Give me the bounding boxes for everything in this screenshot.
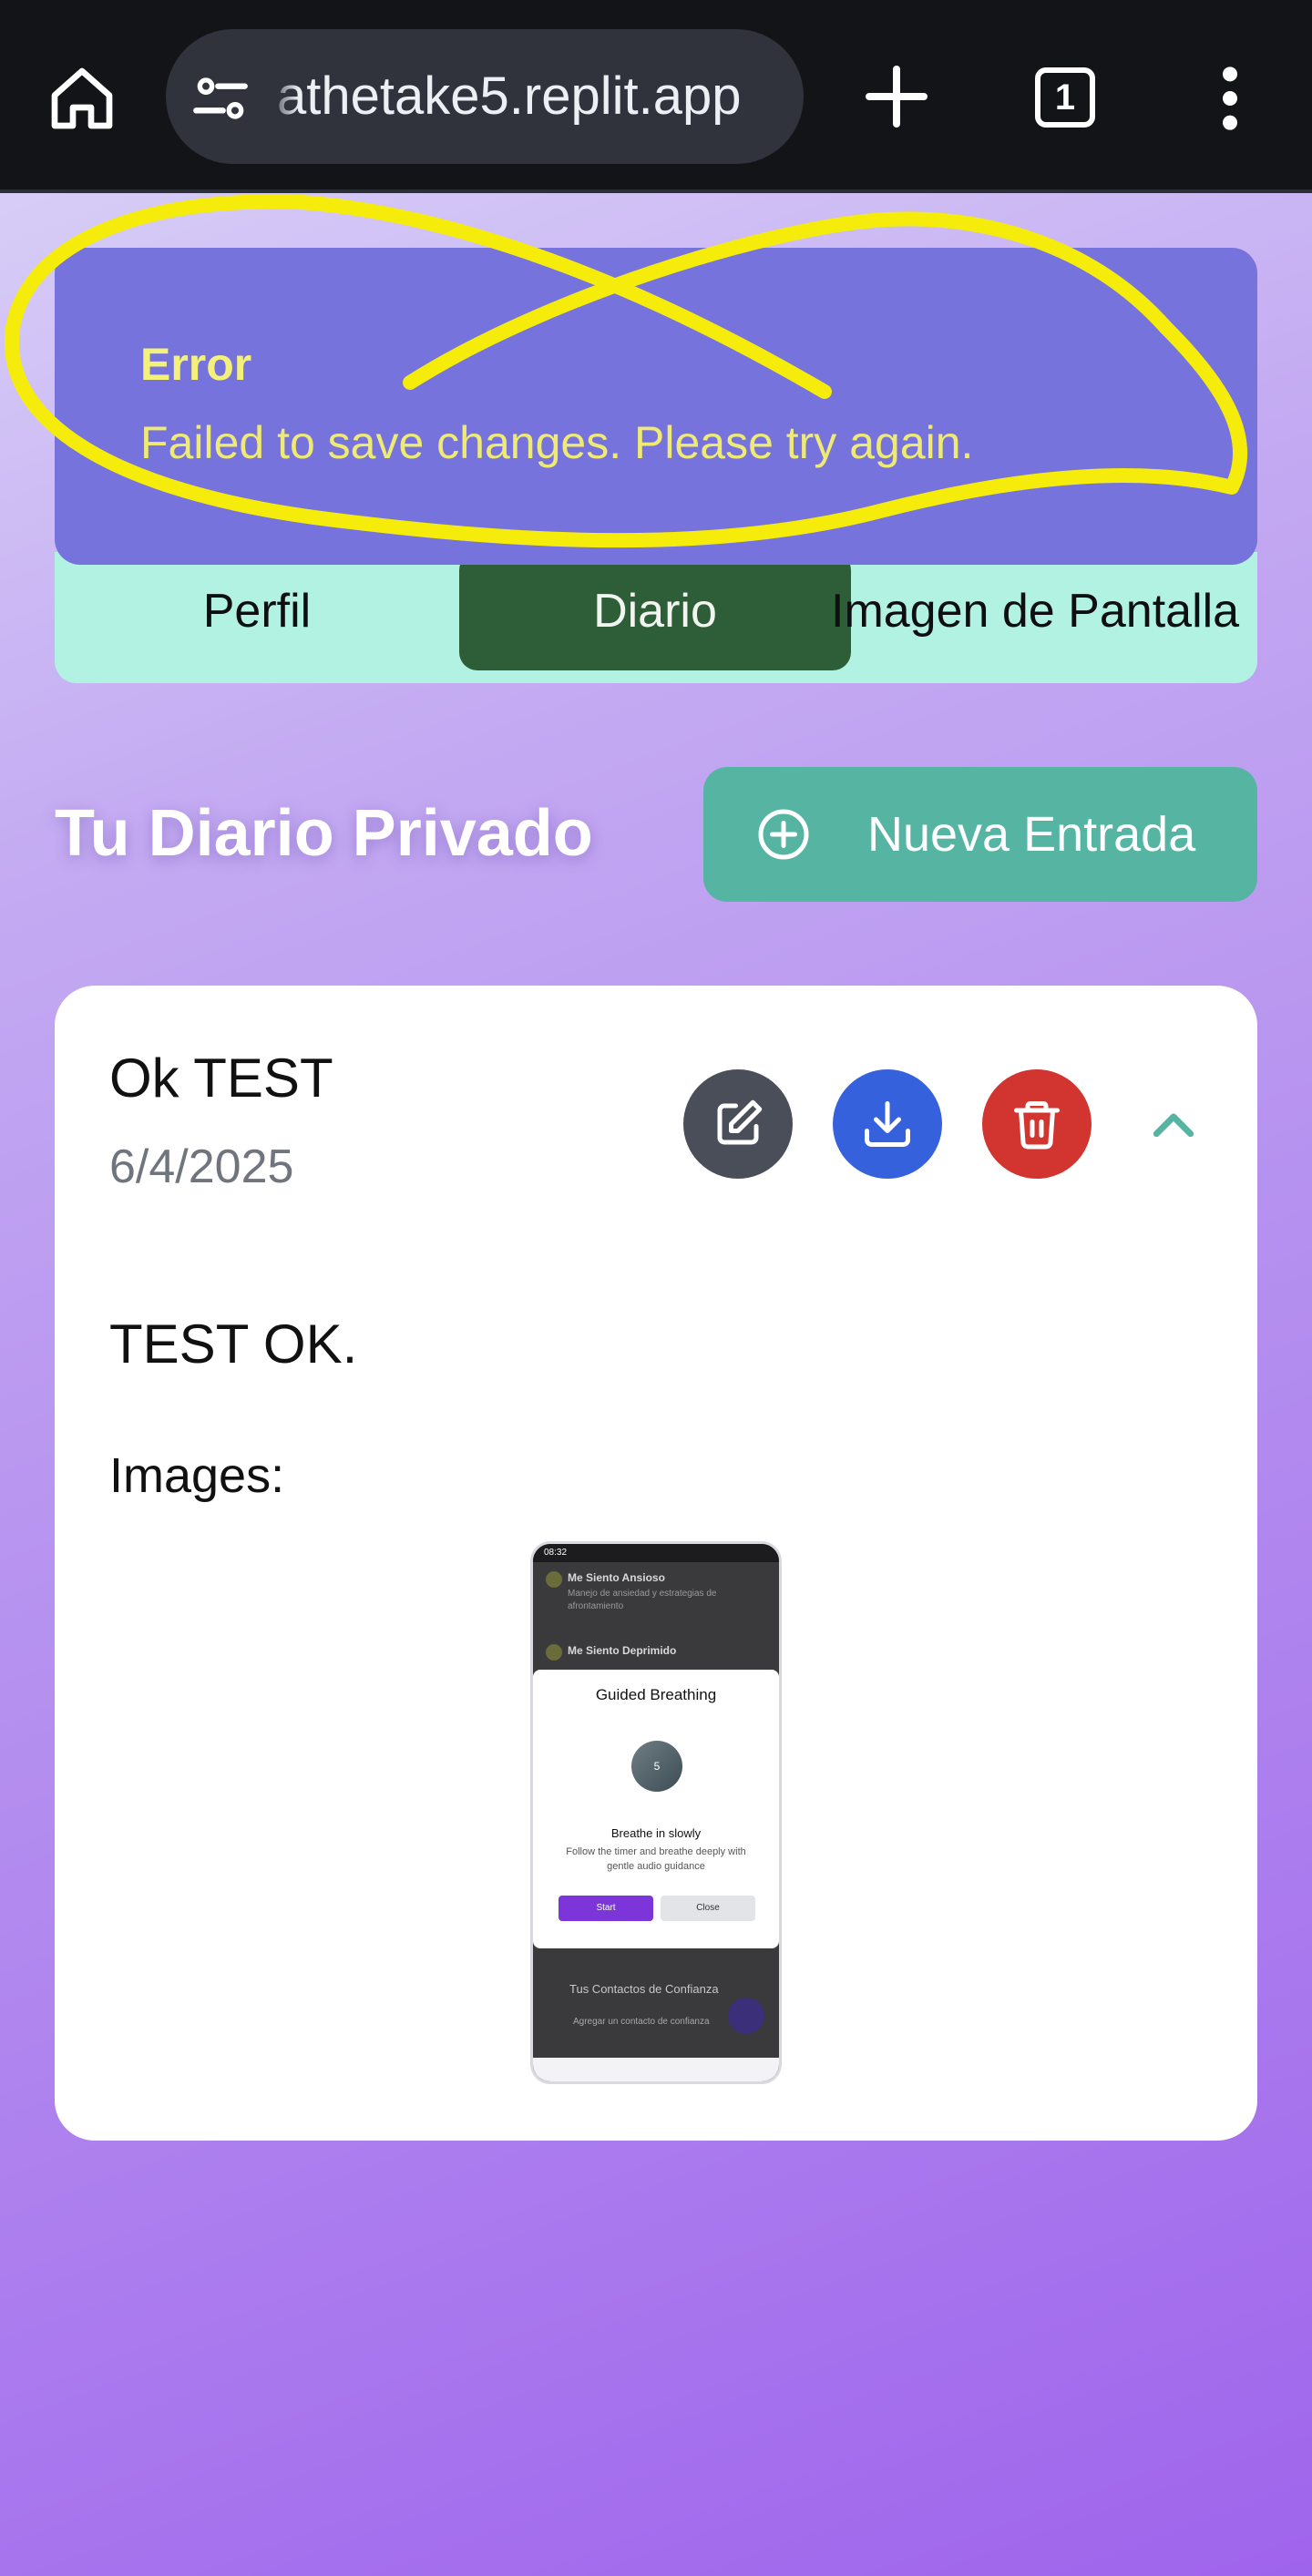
thumbnail-contacts-add: Agregar un contacto de confianza [573, 2017, 710, 2027]
address-bar[interactable]: athetake5.replit.app [166, 29, 804, 164]
entry-image-thumbnail[interactable]: 08:32 Me Siento Ansioso Manejo de ansied… [530, 1541, 782, 2084]
url-fade [266, 56, 299, 137]
home-icon[interactable] [46, 62, 118, 135]
modal-start-button: Start [559, 1896, 653, 1921]
download-entry-button[interactable] [833, 1069, 942, 1179]
journal-entry-card: Ok TEST 6/4/2025 TEST OK. Images: 08:32 … [55, 986, 1257, 2141]
modal-description: Follow the timer and breathe deeply with… [566, 1846, 746, 1872]
thumbnail-contacts-title: Tus Contactos de Confianza [569, 1982, 719, 1996]
new-tab-plus-icon[interactable] [860, 60, 933, 133]
thumbnail-emoji-icon [546, 1644, 562, 1661]
tab-perfil[interactable]: Perfil [55, 552, 459, 670]
chevron-up-icon[interactable] [1144, 1095, 1203, 1153]
download-icon [865, 1101, 910, 1147]
entry-title: Ok TEST [109, 1048, 333, 1109]
modal-subtitle: Breathe in slowly [610, 1826, 702, 1840]
thumbnail-status-bar: 08:32 [533, 1544, 779, 1562]
toast-message: Failed to save changes. Please try again… [140, 417, 974, 468]
modal-close-button: Close [661, 1896, 755, 1921]
plus-circle-icon [758, 809, 809, 860]
thumbnail-list-desc: Manejo de ansiedad y estrategias de afro… [568, 1589, 717, 1611]
tune-icon[interactable] [191, 69, 250, 128]
thumbnail-chat-icon [728, 1998, 764, 2034]
new-entry-button[interactable]: Nueva Entrada [703, 767, 1257, 902]
thumbnail-emoji-icon [546, 1571, 562, 1588]
edit-entry-button[interactable] [683, 1069, 793, 1179]
trash-icon [1014, 1101, 1060, 1150]
tab-switcher-button[interactable]: 1 [1035, 67, 1095, 128]
thumbnail-nav-bar [533, 2058, 779, 2081]
modal-title: Guided Breathing [595, 1686, 717, 1703]
tab-imagen-de-pantalla[interactable]: Imagen de Pantalla [831, 552, 1257, 670]
timer-circle: 5 [631, 1741, 682, 1792]
thumbnail-status-time: 08:32 [544, 1548, 568, 1558]
images-label: Images: [109, 1448, 285, 1503]
error-toast[interactable]: Error Failed to save changes. Please try… [55, 248, 1257, 565]
section-tabs: Perfil Diario Imagen de Pantalla [55, 552, 1257, 683]
toast-title: Error [140, 339, 252, 390]
entry-date: 6/4/2025 [109, 1140, 294, 1193]
thumbnail-list-item: Me Siento Deprimido [568, 1644, 677, 1657]
entry-body: TEST OK. [109, 1314, 358, 1375]
more-vert-icon[interactable] [1208, 62, 1252, 135]
url-text[interactable]: athetake5.replit.app [277, 64, 804, 129]
new-entry-label: Nueva Entrada [867, 807, 1196, 862]
delete-entry-button[interactable] [982, 1069, 1092, 1179]
tab-diario[interactable]: Diario [459, 552, 851, 670]
breathing-modal: Guided Breathing 5 Breathe in slowly Fol… [533, 1670, 779, 1948]
thumbnail-list-item: Me Siento Ansioso [568, 1571, 665, 1584]
browser-toolbar: athetake5.replit.app 1 [0, 0, 1312, 193]
edit-icon [717, 1099, 763, 1145]
page-title: Tu Diario Privado [55, 797, 593, 870]
